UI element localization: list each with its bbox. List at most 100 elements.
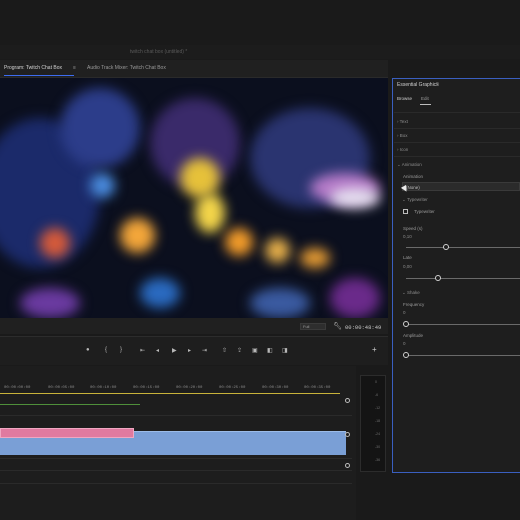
lift-icon[interactable]: ⇧: [222, 347, 227, 354]
tab-menu-icon[interactable]: ≡: [73, 66, 76, 71]
ruler-label: 00:00:35:00: [304, 386, 331, 390]
track-scroll-handle[interactable]: [345, 463, 350, 468]
meter-label: -6: [375, 393, 379, 397]
typewriter-section-label: Typewriter: [406, 197, 428, 202]
wrench-icon[interactable]: 🔧︎: [333, 322, 342, 330]
section-icon[interactable]: › Icon: [397, 147, 409, 153]
add-marker-icon[interactable]: ●: [86, 347, 90, 353]
section-box-label: Box: [399, 133, 408, 138]
meter-label: -24: [375, 432, 381, 436]
section-animation-label: Animation: [401, 162, 422, 167]
chevron-down-icon: ⌄: [397, 162, 401, 167]
section-text[interactable]: › Text: [397, 119, 408, 125]
meter-label: -36: [375, 458, 381, 462]
section-animation[interactable]: ⌄ Animation: [397, 162, 422, 168]
play-icon[interactable]: ▶: [172, 347, 177, 354]
track-scroll-handle[interactable]: [345, 432, 350, 437]
export-frame-icon[interactable]: ▣: [252, 347, 258, 354]
typewriter-checkbox-label: Typewriter: [414, 209, 435, 214]
typewriter-section[interactable]: ⌄ Typewriter: [402, 197, 428, 203]
playhead-timecode[interactable]: 00:00:48:49: [345, 324, 381, 331]
step-forward-icon[interactable]: ▸: [188, 347, 191, 354]
frequency-slider-knob[interactable]: [403, 321, 409, 327]
speed-label: Speed (s): [403, 226, 423, 231]
ruler-label: 00:00:30:00: [262, 386, 289, 390]
go-to-in-icon[interactable]: ⇤: [140, 347, 145, 354]
track-divider: [0, 458, 352, 459]
essential-graphics-panel: [392, 78, 520, 473]
late-label: Late: [403, 255, 412, 260]
speed-value[interactable]: 0,10: [403, 234, 412, 240]
button-editor-icon[interactable]: +: [372, 345, 377, 354]
section-divider: [394, 142, 520, 143]
chevron-right-icon: ›: [397, 133, 399, 138]
graphic-clip[interactable]: [0, 428, 134, 438]
section-icon-label: Icon: [399, 147, 409, 152]
shake-section-label: Shake: [407, 290, 420, 295]
timeline-work-area-bar: [0, 393, 340, 394]
section-divider: [394, 112, 520, 113]
animation-label: Animation: [403, 174, 424, 179]
meter-label: 0: [375, 380, 377, 384]
ruler-label: 00:00:20:00: [176, 386, 203, 390]
step-back-icon[interactable]: ◂: [156, 347, 159, 354]
section-text-label: Text: [399, 119, 408, 124]
track-divider: [0, 415, 352, 416]
chevron-down-icon: ⌄: [402, 197, 406, 202]
multicam-icon[interactable]: ◨: [282, 347, 288, 354]
late-slider-knob[interactable]: [434, 275, 441, 281]
monitor-tab-bar: Program: Twitch Chat Box ≡ Audio Track M…: [0, 60, 388, 78]
chevron-down-icon: ⌄: [402, 290, 406, 295]
meter-label: -30: [375, 445, 381, 449]
panel-title: Essential Graphics: [397, 82, 439, 88]
mark-in-icon[interactable]: {: [105, 347, 107, 353]
frequency-value[interactable]: 0: [403, 310, 406, 316]
ruler-label: 00:00:10:00: [90, 386, 117, 390]
render-bar: [0, 404, 140, 405]
active-tab-underline: [420, 104, 431, 105]
panel-menu-icon[interactable]: ≡: [436, 82, 439, 87]
speed-slider-knob[interactable]: [442, 244, 449, 250]
late-value[interactable]: 0,00: [403, 264, 412, 270]
meter-label: -12: [375, 406, 381, 410]
speed-slider-track[interactable]: [406, 247, 520, 248]
track-divider: [0, 483, 352, 484]
amplitude-slider-knob[interactable]: [403, 352, 409, 358]
ruler-label: 00:00:25:00: [219, 386, 246, 390]
chevron-right-icon: ›: [397, 147, 399, 152]
chevron-right-icon: ›: [397, 119, 399, 124]
tab-program[interactable]: Program: Twitch Chat Box: [4, 66, 62, 71]
ruler-label: 00:00:00:00: [4, 386, 31, 390]
section-box[interactable]: › Box: [397, 133, 408, 139]
frequency-label: Frequency: [403, 302, 425, 307]
mark-out-icon[interactable]: }: [120, 347, 122, 353]
section-divider: [394, 128, 520, 129]
program-monitor-video[interactable]: [0, 78, 388, 325]
audio-meter: [360, 375, 386, 472]
amplitude-label: Amplitude: [403, 333, 424, 338]
section-divider: [394, 156, 520, 157]
tab-edit[interactable]: Edit: [421, 96, 429, 102]
late-slider-track[interactable]: [406, 278, 520, 279]
shake-section[interactable]: ⌄ Shake: [402, 290, 420, 296]
track-scroll-handle[interactable]: [345, 398, 350, 403]
amplitude-value[interactable]: 0: [403, 341, 406, 347]
animation-dropdown[interactable]: (None): [402, 182, 520, 191]
comparison-view-icon[interactable]: ◧: [267, 347, 273, 354]
monitor-controls-row: Full 🔧︎ 00:00:48:49: [0, 318, 388, 334]
ruler-label: 00:00:05:00: [48, 386, 75, 390]
tab-browse[interactable]: Browse: [397, 96, 412, 102]
typewriter-checkbox[interactable]: [403, 209, 408, 214]
transport-controls: ● { } ⇤ ◂ ▶ ▸ ⇥ ⇧ ⇪ ▣ ◧ ◨ +: [0, 336, 388, 365]
track-divider: [0, 470, 352, 471]
window-title-bar: twitch chat box (untitled) *: [0, 45, 520, 59]
tab-audio-track-mixer[interactable]: Audio Track Mixer: Twitch Chat Box: [87, 66, 166, 71]
ruler-label: 00:00:15:00: [133, 386, 160, 390]
extract-icon[interactable]: ⇪: [237, 347, 242, 354]
go-to-out-icon[interactable]: ⇥: [202, 347, 207, 354]
window-title: twitch chat box (untitled) *: [130, 49, 188, 55]
active-tab-underline: [4, 75, 74, 76]
fit-dropdown[interactable]: Full: [300, 323, 326, 330]
amplitude-slider-track[interactable]: [406, 355, 520, 356]
frequency-slider-track[interactable]: [406, 324, 520, 325]
